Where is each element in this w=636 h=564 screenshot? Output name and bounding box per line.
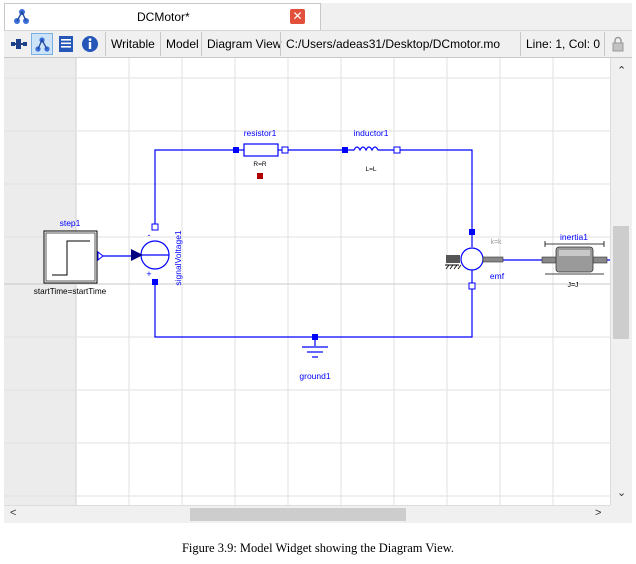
writable-label: Writable bbox=[111, 37, 155, 51]
signal-voltage-name: signalVoltage1 bbox=[173, 230, 183, 286]
resistor-name: resistor1 bbox=[244, 128, 277, 138]
resistor-block[interactable]: resistor1 R=R bbox=[233, 128, 289, 179]
lock-button[interactable] bbox=[607, 33, 629, 55]
signal-voltage-block[interactable]: - + signalVoltage1 bbox=[131, 223, 183, 286]
info-icon bbox=[82, 36, 98, 52]
scroll-corner bbox=[610, 505, 632, 523]
cursor-position-label: Line: 1, Col: 0 bbox=[526, 37, 601, 51]
model-icon bbox=[14, 9, 29, 24]
ground-name: ground1 bbox=[299, 371, 330, 381]
model-type-label: Model bbox=[166, 37, 199, 51]
inductor-block[interactable]: inductor1 L=L bbox=[342, 128, 401, 173]
inertia-param: J=J bbox=[567, 282, 578, 289]
tab-bar: DCMotor* ✕ bbox=[4, 3, 632, 31]
vertical-scrollbar[interactable]: ⌃ ⌄ bbox=[610, 58, 632, 505]
inertia-block[interactable]: inertia1 J=J bbox=[541, 232, 608, 289]
emf-param: k=k bbox=[490, 239, 502, 246]
signal-voltage-plus: + bbox=[146, 269, 151, 279]
step-param: startTime=startTime bbox=[34, 287, 107, 296]
scroll-up-icon[interactable]: ⌃ bbox=[617, 64, 626, 77]
diagram-view-icon bbox=[35, 37, 50, 52]
documentation-view-button[interactable] bbox=[79, 33, 101, 55]
diagram-view-button[interactable] bbox=[31, 33, 53, 55]
resistor-param: R=R bbox=[253, 161, 266, 168]
model-toolbar: Writable Model Diagram View C:/Users/ade… bbox=[4, 31, 632, 58]
heat-port-connector[interactable] bbox=[257, 173, 263, 179]
signal-voltage-minus: - bbox=[148, 230, 151, 240]
text-view-button[interactable] bbox=[55, 33, 77, 55]
horizontal-scroll-thumb[interactable] bbox=[190, 508, 406, 521]
scroll-right-icon[interactable]: > bbox=[595, 507, 601, 519]
vertical-scroll-thumb[interactable] bbox=[613, 226, 629, 339]
step-name: step1 bbox=[60, 218, 81, 228]
inductor-param: L=L bbox=[365, 166, 376, 173]
scroll-left-icon[interactable]: < bbox=[10, 507, 16, 519]
connect-mode-button[interactable] bbox=[8, 33, 30, 55]
diagram-canvas[interactable]: step1 startTime=startTime - + signalVolt… bbox=[4, 58, 610, 505]
inertia-name: inertia1 bbox=[560, 232, 588, 242]
text-view-icon bbox=[59, 36, 73, 52]
figure-caption: Figure 3.9: Model Widget showing the Dia… bbox=[181, 541, 455, 555]
inductor-name: inductor1 bbox=[354, 128, 389, 138]
horizontal-scrollbar[interactable]: < > bbox=[4, 505, 610, 523]
lock-icon bbox=[612, 36, 624, 52]
close-icon[interactable]: ✕ bbox=[290, 9, 305, 24]
emf-name: emf bbox=[490, 271, 505, 281]
emf-block[interactable]: k=k emf bbox=[445, 229, 505, 290]
file-path-label: C:/Users/adeas31/Desktop/DCmotor.mo bbox=[286, 37, 501, 51]
view-type-label: Diagram View bbox=[207, 37, 282, 51]
connect-mode-icon bbox=[11, 39, 27, 49]
scroll-down-icon[interactable]: ⌄ bbox=[617, 486, 626, 499]
tab-title: DCMotor* bbox=[137, 10, 190, 24]
diagram-svg: step1 startTime=startTime - + signalVolt… bbox=[4, 58, 610, 505]
tab-dcmotor[interactable]: DCMotor* ✕ bbox=[4, 3, 321, 30]
